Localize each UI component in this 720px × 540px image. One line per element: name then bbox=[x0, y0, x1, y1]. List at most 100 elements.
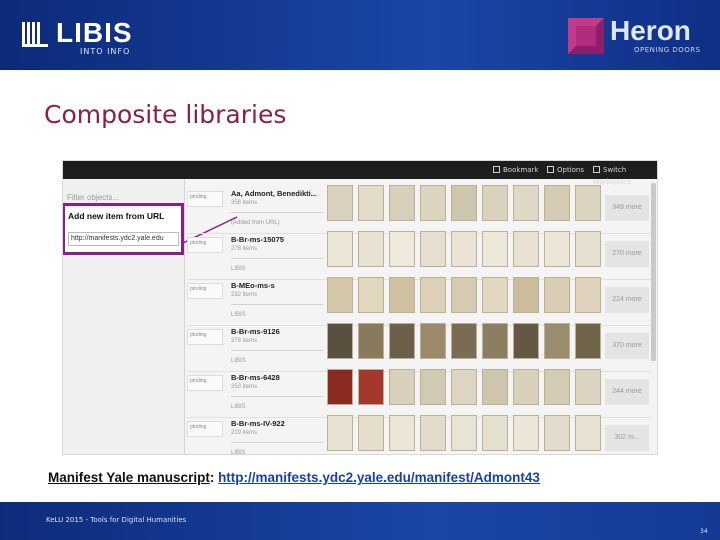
page-thumbnail[interactable] bbox=[544, 231, 570, 267]
page-thumbnail[interactable] bbox=[575, 185, 601, 221]
page-thumbnail[interactable] bbox=[389, 277, 415, 313]
manuscript-row[interactable]: ptoding B-Br-ms-6428 253 items LIBIS 244 mor… bbox=[187, 369, 651, 418]
page-thumbnail[interactable] bbox=[420, 277, 446, 313]
libis-name: LIBIS bbox=[56, 17, 133, 48]
page-thumbnail[interactable] bbox=[358, 185, 384, 221]
manuscript-row[interactable]: ptoding B-Br-ms-IV-922 219 items LIBIS 302 m… bbox=[187, 415, 651, 454]
page-thumbnail[interactable] bbox=[327, 231, 353, 267]
libis-tagline: INTO INFO bbox=[80, 47, 131, 56]
row-item-count: 232 items bbox=[231, 292, 258, 298]
row-thumbnail: ptoding bbox=[187, 283, 223, 299]
page-thumbnail[interactable] bbox=[451, 185, 477, 221]
page-thumbnail[interactable] bbox=[544, 369, 570, 405]
more-pages-button[interactable]: 370 more bbox=[605, 333, 649, 359]
page-thumbnail[interactable] bbox=[513, 323, 539, 359]
page-thumbnail[interactable] bbox=[544, 185, 570, 221]
url-input[interactable]: http://manifests.ydc2.yale.edu bbox=[68, 232, 179, 246]
options-button[interactable]: Options bbox=[547, 164, 584, 176]
page-thumbnail[interactable] bbox=[389, 369, 415, 405]
page-thumbnails bbox=[327, 369, 603, 405]
page-thumbnail[interactable] bbox=[327, 277, 353, 313]
page-thumbnail[interactable] bbox=[327, 415, 353, 451]
row-title: B-Br-ms-15075 bbox=[231, 235, 284, 244]
page-thumbnail[interactable] bbox=[389, 231, 415, 267]
page-thumbnail[interactable] bbox=[482, 231, 508, 267]
page-thumbnail[interactable] bbox=[327, 323, 353, 359]
row-divider bbox=[231, 350, 323, 351]
page-thumbnail[interactable] bbox=[544, 415, 570, 451]
page-thumbnail[interactable] bbox=[513, 231, 539, 267]
page-thumbnail[interactable] bbox=[451, 323, 477, 359]
page-thumbnail[interactable] bbox=[358, 231, 384, 267]
row-item-count: 378 items bbox=[231, 338, 258, 344]
page-thumbnail[interactable] bbox=[575, 415, 601, 451]
page-thumbnail[interactable] bbox=[327, 369, 353, 405]
filter-objects-input[interactable]: Filter objects... bbox=[67, 193, 119, 202]
bookmark-button[interactable]: Bookmark bbox=[493, 164, 538, 176]
page-thumbnail[interactable] bbox=[513, 415, 539, 451]
page-thumbnail[interactable] bbox=[482, 415, 508, 451]
manifest-link[interactable]: http://manifests.ydc2.yale.edu/manifest/… bbox=[218, 470, 540, 485]
row-item-count: 253 items bbox=[231, 384, 258, 390]
row-item-count: 219 items bbox=[231, 430, 258, 436]
page-thumbnail[interactable] bbox=[513, 185, 539, 221]
page-thumbnail[interactable] bbox=[420, 323, 446, 359]
gear-icon bbox=[547, 166, 554, 173]
options-label: Options bbox=[557, 166, 585, 174]
page-thumbnails bbox=[327, 323, 603, 359]
page-thumbnail[interactable] bbox=[544, 323, 570, 359]
manuscript-row[interactable]: ptoding Aa, Admont, Benedikti... 356 items… bbox=[187, 185, 651, 234]
page-thumbnail[interactable] bbox=[420, 415, 446, 451]
row-source: LIBIS bbox=[231, 404, 246, 410]
more-pages-button[interactable]: 244 more bbox=[605, 379, 649, 405]
page-thumbnail[interactable] bbox=[420, 185, 446, 221]
page-thumbnail[interactable] bbox=[389, 185, 415, 221]
page-thumbnail[interactable] bbox=[358, 323, 384, 359]
row-thumbnail: ptoding bbox=[187, 191, 223, 207]
page-thumbnail[interactable] bbox=[358, 415, 384, 451]
row-divider bbox=[231, 396, 323, 397]
page-thumbnail[interactable] bbox=[451, 415, 477, 451]
page-thumbnail[interactable] bbox=[482, 185, 508, 221]
page-thumbnail[interactable] bbox=[575, 369, 601, 405]
page-thumbnail[interactable] bbox=[389, 415, 415, 451]
page-thumbnail[interactable] bbox=[513, 277, 539, 313]
manuscript-row[interactable]: ptoding B-Br-ms-15075 278 items LIBIS 270 mo… bbox=[187, 231, 651, 280]
manuscript-row[interactable]: ptoding B-MEo-ms-s 232 items LIBIS 224 more bbox=[187, 277, 651, 326]
page-thumbnail[interactable] bbox=[358, 369, 384, 405]
page-thumbnail[interactable] bbox=[575, 323, 601, 359]
libis-bars-icon bbox=[22, 22, 48, 47]
page-thumbnail[interactable] bbox=[482, 369, 508, 405]
row-thumbnail: ptoding bbox=[187, 375, 223, 391]
page-thumbnail[interactable] bbox=[575, 231, 601, 267]
page-thumbnail[interactable] bbox=[389, 323, 415, 359]
page-thumbnail[interactable] bbox=[327, 185, 353, 221]
row-divider bbox=[231, 442, 323, 443]
page-thumbnail[interactable] bbox=[482, 323, 508, 359]
more-pages-button[interactable]: 270 more bbox=[605, 241, 649, 267]
row-thumbnail: ptoding bbox=[187, 237, 223, 253]
page-thumbnail[interactable] bbox=[513, 369, 539, 405]
page-thumbnail[interactable] bbox=[544, 277, 570, 313]
page-thumbnail[interactable] bbox=[358, 277, 384, 313]
page-thumbnail[interactable] bbox=[575, 277, 601, 313]
page-thumbnail[interactable] bbox=[451, 369, 477, 405]
row-divider bbox=[231, 258, 323, 259]
scrollbar[interactable] bbox=[651, 183, 656, 361]
page-thumbnail[interactable] bbox=[420, 231, 446, 267]
more-pages-button[interactable]: 349 more bbox=[605, 195, 649, 221]
page-thumbnail[interactable] bbox=[451, 277, 477, 313]
header-banner: LIBIS INTO INFO Heron OPENING DOORS bbox=[0, 0, 720, 70]
page-thumbnails bbox=[327, 231, 603, 267]
row-source: LIBIS bbox=[231, 312, 246, 318]
add-item-from-url-panel: Add new item from URL http://manifests.y… bbox=[63, 203, 184, 255]
page-thumbnail[interactable] bbox=[482, 277, 508, 313]
more-pages-button[interactable]: 224 more bbox=[605, 287, 649, 313]
more-pages-button[interactable]: 302 m... bbox=[605, 425, 649, 451]
page-thumbnail[interactable] bbox=[420, 369, 446, 405]
caption-label: Manifest Yale manuscript bbox=[48, 470, 210, 485]
footer-banner: KeLU 2015 - Tools for Digital Humanities… bbox=[0, 502, 720, 540]
manuscript-row[interactable]: ptoding B-Br-ms-9126 378 items LIBIS 370 mor… bbox=[187, 323, 651, 372]
app-toolbar: Bookmark Options Switch Workspace bbox=[63, 161, 657, 186]
page-thumbnail[interactable] bbox=[451, 231, 477, 267]
